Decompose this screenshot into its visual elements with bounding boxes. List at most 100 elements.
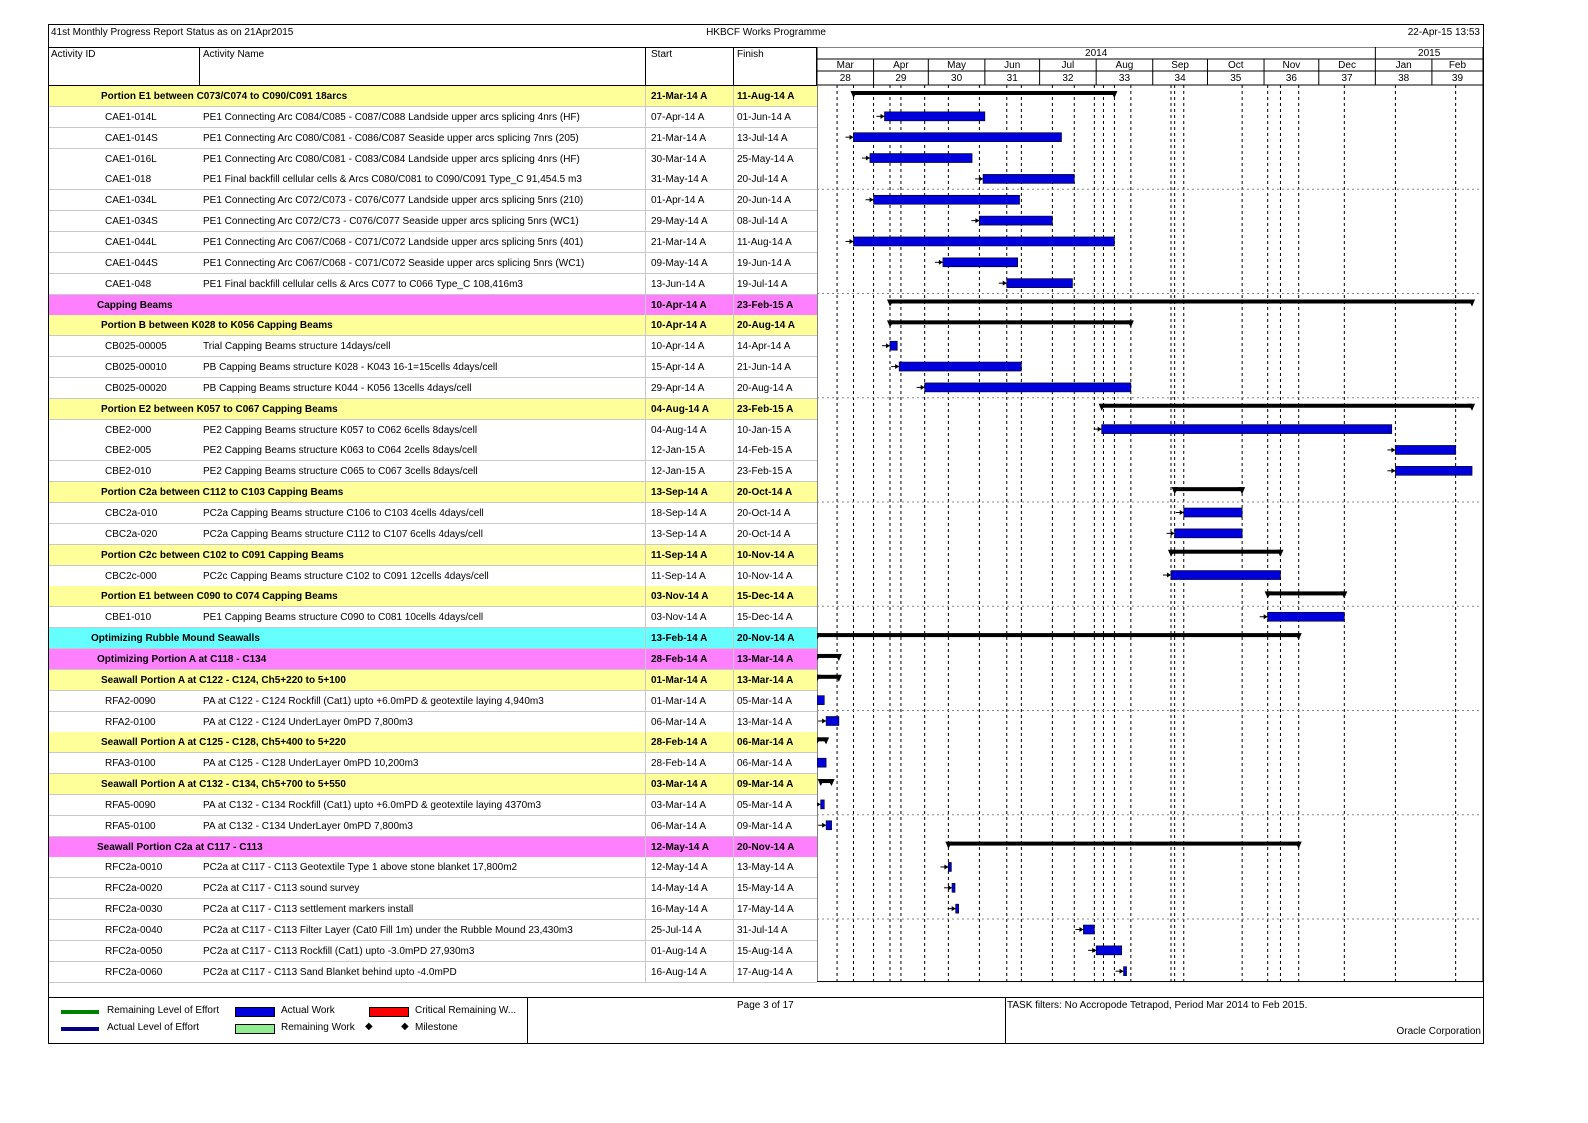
activity-row[interactable]: CB025-00010 PB Capping Beams structure K0… — [49, 357, 817, 379]
start-date: 13-Sep-14 A — [651, 487, 708, 499]
activity-row[interactable]: RFA2-0100 PA at C122 - C124 UnderLayer 0m… — [49, 711, 817, 733]
diamond-icon: ◆ — [365, 1021, 373, 1032]
activity-id: CAE1-014S — [105, 132, 158, 144]
cell-divider — [733, 252, 734, 273]
activity-id: CAE1-034S — [105, 216, 158, 228]
activity-row[interactable]: RFC2a-0030 PC2a at C117 - C113 settlement… — [49, 899, 817, 921]
wbs-group-row[interactable]: Portion E2 between K057 to C067 Capping … — [49, 398, 817, 420]
start-date: 01-Apr-14 A — [651, 195, 705, 207]
cell-divider — [733, 336, 734, 357]
activity-id: RFA5-0100 — [105, 820, 156, 832]
activity-row[interactable]: CAE1-016L PE1 Connecting Arc C080/C081 - … — [49, 148, 817, 170]
wbs-group-row[interactable]: Seawall Portion A at C125 - C128, Ch5+40… — [49, 732, 817, 754]
cell-divider — [733, 273, 734, 294]
activity-row[interactable]: CAE1-044S PE1 Connecting Arc C067/C068 - … — [49, 252, 817, 274]
activity-row[interactable]: CB025-00005 Trial Capping Beams structure… — [49, 336, 817, 358]
activity-row[interactable]: CBE2-010 PE2 Capping Beams structure C065… — [49, 461, 817, 483]
cell-divider — [645, 440, 646, 461]
cell-divider — [645, 148, 646, 169]
wbs-group-row[interactable]: Optimizing Portion A at C118 - C134 28-Fe… — [49, 648, 817, 670]
wbs-group-row[interactable]: Portion B between K028 to K056 Capping B… — [49, 315, 817, 337]
cell-divider — [733, 711, 734, 732]
activity-row[interactable]: CAE1-044L PE1 Connecting Arc C067/C068 - … — [49, 231, 817, 253]
legend-swatch — [235, 1024, 275, 1034]
wbs-group-row[interactable]: Seawall Portion A at C122 - C124, Ch5+22… — [49, 669, 817, 691]
activity-row[interactable]: RFC2a-0060 PC2a at C117 - C113 Sand Blank… — [49, 961, 817, 983]
activity-row[interactable]: RFA5-0100 PA at C132 - C134 UnderLayer 0m… — [49, 815, 817, 837]
period-label: 34 — [1175, 73, 1187, 84]
finish-date: 23-Feb-15 A — [737, 466, 793, 478]
cell-divider — [733, 190, 734, 211]
cell-divider — [645, 628, 646, 649]
activity-row[interactable]: CBE2-000 PE2 Capping Beams structure K057… — [49, 419, 817, 441]
finish-date: 23-Feb-15 A — [737, 299, 794, 311]
activity-row[interactable]: RFC2a-0050 PC2a at C117 - C113 Rockfill (… — [49, 940, 817, 962]
finish-date: 20-Nov-14 A — [737, 633, 795, 645]
activity-name: PC2a at C117 - C113 Rockfill (Cat1) upto… — [203, 945, 475, 957]
wbs-group-row[interactable]: Seawall Portion A at C132 - C134, Ch5+70… — [49, 774, 817, 796]
activity-row[interactable]: CB025-00020 PB Capping Beams structure K0… — [49, 377, 817, 399]
activity-id: RFA2-0100 — [105, 716, 156, 728]
activity-row[interactable]: RFC2a-0010 PC2a at C117 - C113 Geotextile… — [49, 857, 817, 879]
activity-row[interactable]: CBC2a-020 PC2a Capping Beams structure C1… — [49, 523, 817, 545]
cell-divider — [645, 252, 646, 273]
wbs-group-row[interactable]: Seawall Portion C2a at C117 - C113 12-May… — [49, 836, 817, 858]
report-sheet: 41st Monthly Progress Report Status as o… — [48, 24, 1484, 1044]
start-date: 25-Jul-14 A — [651, 925, 702, 936]
col-activity-id[interactable]: Activity ID — [51, 49, 95, 60]
summary-bar — [853, 91, 1115, 95]
month-label: Mar — [837, 60, 855, 71]
col-finish[interactable]: Finish — [737, 49, 764, 60]
activity-row[interactable]: CAE1-018 PE1 Final backfill cellular cell… — [49, 169, 817, 191]
activity-row[interactable]: RFC2a-0020 PC2a at C117 - C113 sound surv… — [49, 878, 817, 900]
month-label: May — [947, 60, 966, 71]
activity-row[interactable]: CAE1-034S PE1 Connecting Arc C072/C73 - C… — [49, 211, 817, 233]
cell-divider — [733, 169, 734, 190]
actual-work-bar — [1123, 966, 1127, 977]
activity-row[interactable]: CAE1-014L PE1 Connecting Arc C084/C085 - … — [49, 106, 817, 128]
cell-divider — [733, 503, 734, 523]
start-date: 04-Aug-14 A — [651, 424, 707, 436]
activity-row[interactable]: RFA5-0090 PA at C132 - C134 Rockfill (Cat… — [49, 794, 817, 816]
cell-divider — [733, 294, 734, 315]
col-start[interactable]: Start — [651, 49, 672, 60]
actual-work-bar — [1170, 570, 1281, 580]
wbs-group-row[interactable]: Optimizing Rubble Mound Seawalls 13-Feb-1… — [49, 628, 817, 650]
wbs-group-row[interactable]: Capping Beams 10-Apr-14 A 23-Feb-15 A — [49, 294, 817, 316]
cell-divider — [645, 336, 646, 357]
wbs-group-row[interactable]: Portion E1 between C090 to C074 Capping … — [49, 586, 817, 608]
activity-id: RFA3-0100 — [105, 758, 156, 770]
activity-row[interactable]: CAE1-014S PE1 Connecting Arc C080/C081 - … — [49, 127, 817, 149]
activity-row[interactable]: CBE2-005 PE2 Capping Beams structure K063… — [49, 440, 817, 462]
wbs-group-row[interactable]: Portion C2a between C112 to C103 Capping… — [49, 482, 817, 504]
wbs-group-row[interactable]: Portion C2c between C102 to C091 Capping… — [49, 544, 817, 566]
activity-row[interactable]: RFC2a-0040 PC2a at C117 - C113 Filter Lay… — [49, 920, 817, 941]
activity-row[interactable]: RFA2-0090 PA at C122 - C124 Rockfill (Cat… — [49, 690, 817, 712]
start-date: 03-Mar-14 A — [651, 779, 708, 791]
cell-divider — [645, 544, 646, 565]
activity-row[interactable]: CBC2a-010 PC2a Capping Beams structure C1… — [49, 503, 817, 524]
finish-date: 20-Aug-14 A — [737, 320, 795, 332]
cell-divider — [645, 190, 646, 211]
activity-name: PE1 Connecting Arc C067/C068 - C071/C072… — [203, 257, 585, 269]
period-label: 37 — [1342, 73, 1354, 84]
cell-divider — [733, 544, 734, 565]
month-label: Sep — [1171, 60, 1189, 71]
cell-divider — [733, 398, 734, 419]
cell-divider — [733, 732, 734, 753]
activity-row[interactable]: RFA3-0100 PA at C125 - C128 UnderLayer 0m… — [49, 753, 817, 775]
activity-row[interactable]: CAE1-034L PE1 Connecting Arc C072/C073 - … — [49, 190, 817, 212]
wbs-group-row[interactable]: Portion E1 between C073/C074 to C090/C09… — [49, 86, 817, 107]
activity-name: PC2a at C117 - C113 Filter Layer (Cat0 F… — [203, 925, 573, 936]
col-activity-name[interactable]: Activity Name — [203, 49, 264, 60]
activity-id: RFC2a-0040 — [105, 925, 163, 936]
group-name: Portion C2c between C102 to C091 Capping… — [101, 549, 344, 561]
activity-row[interactable]: CAE1-048 PE1 Final backfill cellular cell… — [49, 273, 817, 295]
activity-id: CAE1-016L — [105, 153, 157, 165]
activity-row[interactable]: CBE1-010 PE1 Capping Beams structure C090… — [49, 607, 817, 629]
activity-row[interactable]: CBC2c-000 PC2c Capping Beams structure C1… — [49, 565, 817, 587]
start-date: 29-Apr-14 A — [651, 382, 705, 394]
cell-divider — [645, 857, 646, 878]
legend-divider — [1005, 997, 1006, 1043]
cell-divider — [645, 294, 646, 315]
